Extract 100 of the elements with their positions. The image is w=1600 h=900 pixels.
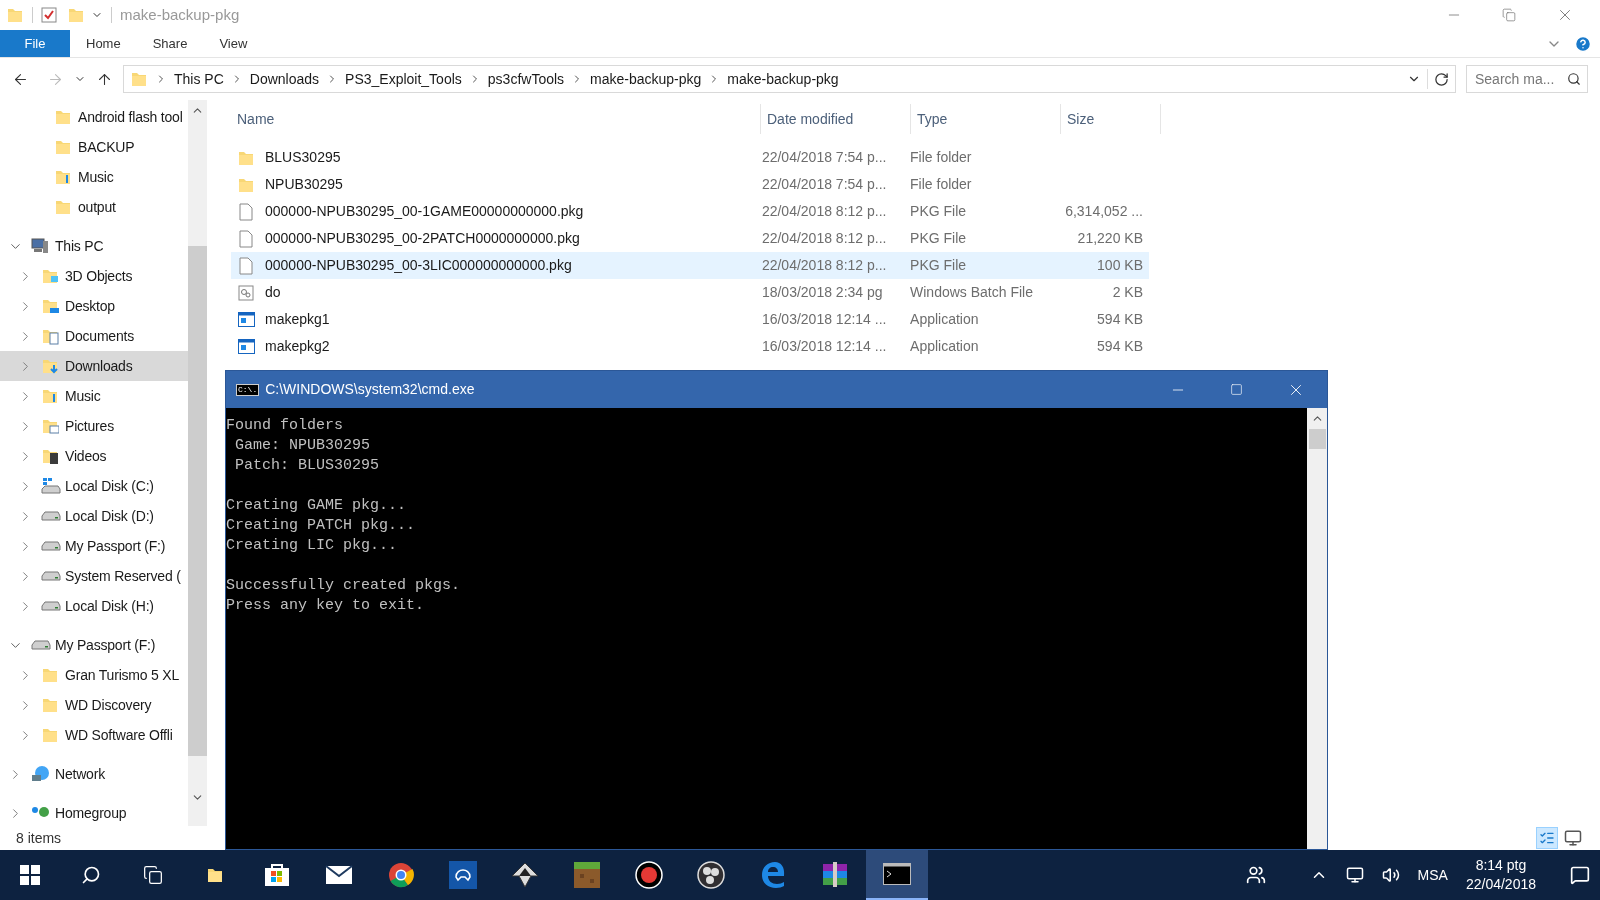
details-view-icon[interactable] [1536,827,1558,849]
tree-item[interactable]: Android flash tool [0,102,188,132]
envelope-icon[interactable] [325,865,353,885]
console-app-icon: C:\. [236,383,260,396]
type-cell: File folder [910,149,972,165]
breadcrumb-item[interactable]: ps3cfwTools [487,68,565,90]
tree-item[interactable]: Desktop [0,291,188,321]
maximize-icon[interactable] [1230,383,1243,396]
language-indicator[interactable]: MSA [1417,864,1448,886]
checkmark-icon[interactable] [41,7,57,23]
tree-item[interactable]: Local Disk (H:) [0,591,188,621]
tree-item[interactable]: Local Disk (C:) [0,471,188,501]
tree-item[interactable]: Music [0,381,188,411]
file-row[interactable]: 000000-NPUB30295_00-2PATCH0000000000.pkg 22/04/2018 8:12 p... PKG File 21,220 KB [231,225,1149,252]
tree-item[interactable]: WD Software Offli [0,720,188,750]
tree-item[interactable]: My Passport (F:) [0,630,188,660]
tree-item[interactable]: My Passport (F:) [0,531,188,561]
action-center-icon[interactable] [1570,865,1590,885]
tree-item[interactable]: System Reserved ( [0,561,188,591]
console-line: Creating GAME pkg... [226,496,408,516]
breadcrumb-item[interactable]: make-backup-pkg [590,68,702,90]
tree-item[interactable]: Pictures [0,411,188,441]
folder-icon [130,70,148,88]
date-cell: 22/04/2018 8:12 p... [761,203,887,219]
tree-item[interactable]: Music [0,162,188,192]
address-bar[interactable]: This PC Downloads PS3_Exploit_Tools ps3cfwTools make-backup-pkg make-backup-pkg [123,65,1456,93]
network-icon[interactable] [1345,866,1364,884]
file-row[interactable]: makepkg2 16/03/2018 12:14 ... Application 594 KB [231,333,1149,360]
clock-time[interactable]: 8:14 ptg [1475,856,1527,875]
folder-icon [6,6,24,24]
file-row[interactable]: NPUB30295 22/04/2018 7:54 p... File folder [231,171,1149,198]
breadcrumb-item[interactable]: Downloads [249,68,320,90]
people-icon[interactable] [1245,865,1266,885]
scroll-thumb[interactable] [188,246,207,756]
tree-item[interactable]: Homegroup [0,798,188,828]
task-view-icon[interactable] [143,865,163,885]
browser-e-icon[interactable] [760,862,786,888]
shopping-bag-icon[interactable] [264,863,290,887]
ribbon-tab[interactable]: Share [136,30,204,57]
type-cell: Windows Batch File [910,284,1033,300]
type-cell: PKG File [910,203,967,219]
desktop-folder-icon [41,297,59,315]
search-icon[interactable] [81,865,101,885]
windows-logo-icon[interactable] [20,865,40,885]
tree-item[interactable]: Gran Turismo 5 XL [0,660,188,690]
gamepad-icon[interactable] [449,861,477,889]
tree-item[interactable]: Downloads [0,351,188,381]
drive-icon [41,540,61,552]
column-header[interactable]: Date modified [767,108,854,130]
window-title: make-backup-pkg [120,4,240,25]
scroll-thumb[interactable] [1308,429,1326,449]
tree-item[interactable]: Videos [0,441,188,471]
tree-item[interactable]: WD Discovery [0,690,188,720]
console-scrollbar[interactable] [1307,408,1327,849]
scrollbar[interactable] [188,100,207,826]
breadcrumb-item[interactable]: PS3_Exploit_Tools [345,68,462,90]
help-icon[interactable] [1574,34,1592,53]
tree-item[interactable]: This PC [0,231,188,261]
folder-icon [41,726,59,744]
file-row[interactable]: 000000-NPUB30295_00-3LIC000000000000.pkg 22/04/2018 8:12 p... PKG File 100 KB [231,252,1149,279]
console-line: Press any key to exit. [226,596,426,616]
file-row[interactable]: BLUS30295 22/04/2018 7:54 p... File folder [231,144,1149,171]
pen-nib-icon[interactable] [511,862,539,888]
stacked-books-icon[interactable] [821,862,849,888]
type-cell: File folder [910,176,972,192]
file-name: NPUB30295 [265,175,343,194]
tree-item[interactable]: Network [0,759,188,789]
record-icon[interactable] [635,861,663,889]
ribbon-tab[interactable]: Home [70,30,137,57]
breadcrumb-item[interactable]: This PC [174,68,224,90]
search-icon[interactable] [1567,72,1581,86]
blank-file-icon [239,229,253,248]
file-row[interactable]: 000000-NPUB30295_00-1GAME00000000000.pkg 22/04/2018 8:12 p... PKG File 6,314,052 ... [231,198,1149,225]
volume-icon[interactable] [1381,866,1400,884]
tree-item[interactable]: BACKUP [0,132,188,162]
tree-item[interactable]: Local Disk (D:) [0,501,188,531]
column-header[interactable]: Type [917,108,948,130]
circle-swirl-icon[interactable] [697,861,725,889]
gear-file-icon [238,284,254,301]
breadcrumb-item[interactable]: make-backup-pkg [727,68,839,90]
file-row[interactable]: do 18/03/2018 2:34 pg Windows Batch File 2 KB [231,279,1149,306]
tree-item[interactable]: 3D Objects [0,261,188,291]
ribbon-tab[interactable]: View [203,30,264,57]
music-folder-icon [41,387,59,405]
console-line: Game: NPUB30295 [234,436,372,456]
clock-date[interactable]: 22/04/2018 [1465,875,1536,894]
refresh-icon[interactable] [1434,71,1449,87]
console-line: Found folders [226,416,345,436]
search-field[interactable]: Search ma... [1466,65,1588,93]
file-row[interactable]: makepkg1 16/03/2018 12:14 ... Application 594 KB [231,306,1149,333]
tree-item[interactable]: output [0,192,188,222]
column-header[interactable]: Name [237,108,275,130]
tree-item[interactable]: Documents [0,321,188,351]
folder-icon [54,108,72,126]
browser-icon[interactable] [388,862,414,888]
column-header[interactable]: Size [1067,108,1095,130]
date-cell: 22/04/2018 7:54 p... [761,176,887,192]
terminal-icon[interactable] [883,863,911,885]
grass-block-icon[interactable] [574,862,600,888]
taskbar-app[interactable] [866,850,928,900]
